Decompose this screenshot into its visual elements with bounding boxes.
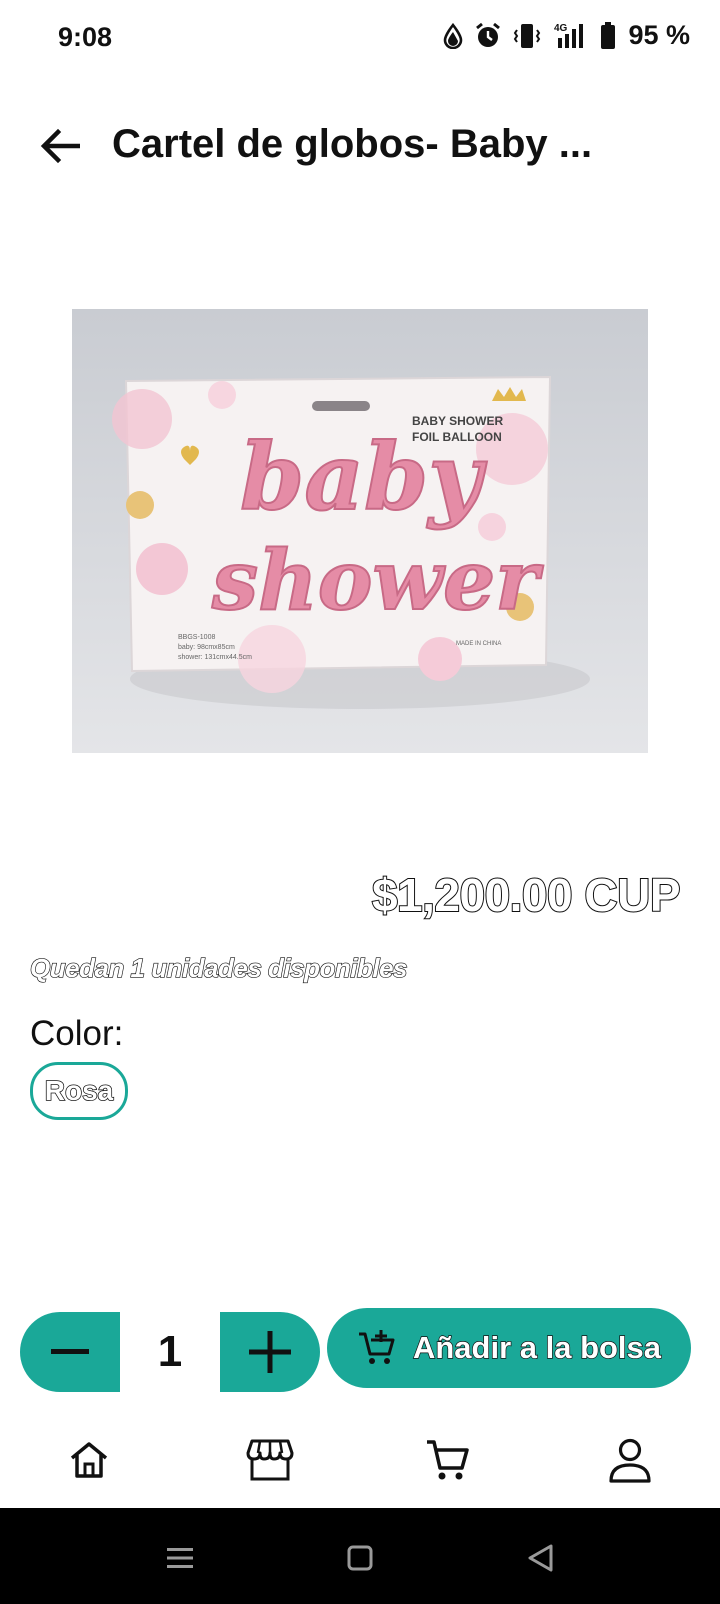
bottom-navigation [0,1412,720,1508]
product-price: $1,200.00 CUP [371,868,682,922]
system-navigation-bar [0,1508,720,1604]
stock-text: Quedan 1 unidades disponibles [29,952,408,983]
color-option-rosa[interactable]: Rosa [30,1062,128,1120]
signal-icon: 4G [552,22,590,50]
package-made-in: MADE IN CHINA [456,641,501,647]
plus-icon [249,1331,291,1373]
person-icon [609,1438,651,1483]
alarm-icon [474,22,502,50]
menu-icon [167,1548,193,1568]
home-icon [70,1442,108,1478]
recents-button[interactable] [158,1536,202,1580]
quantity-value: 1 [157,1327,183,1376]
battery-icon [600,21,616,50]
square-icon [347,1545,373,1571]
vibrate-icon [512,22,542,50]
store-icon [246,1439,294,1481]
svg-text:4G: 4G [554,23,568,34]
battery-percent: 95 % [628,20,690,50]
triangle-back-icon [528,1544,553,1572]
minus-icon [51,1349,89,1354]
data-saver-icon [442,22,464,49]
nav-store[interactable] [240,1430,300,1490]
back-button[interactable] [34,120,86,172]
increase-quantity-button[interactable] [220,1312,320,1392]
nav-home[interactable] [59,1430,119,1490]
color-label: Color: [30,1014,124,1053]
status-icons: 4G 95 % [442,20,690,51]
add-to-cart-icon [358,1330,395,1364]
decrease-quantity-button[interactable] [20,1312,120,1392]
nav-profile[interactable] [600,1430,660,1490]
add-to-bag-button[interactable]: Añadir a la bolsa [327,1308,691,1388]
cart-icon [427,1440,469,1480]
home-system-button[interactable] [338,1536,382,1580]
balloon-word-2: shower [211,533,544,629]
arrow-left-icon [40,128,80,164]
back-system-button[interactable] [518,1536,562,1580]
quantity-stepper: 1 [20,1312,320,1392]
add-to-bag-label: Añadir a la bolsa [412,1329,662,1365]
status-bar: 9:08 4G 95 % [0,0,720,80]
package-sku: BBGS-1008 [178,634,215,641]
package-size-1: baby: 98cmx85cm [178,644,235,651]
page-title: Cartel de globos- Baby ... [112,122,593,166]
balloon-word-1: baby [240,423,487,531]
package-size-2: shower: 131cmx44.5cm [178,654,252,661]
nav-cart[interactable] [418,1430,478,1490]
product-image: BABY SHOWER FOIL BALLOON baby shower BBG… [72,309,648,753]
color-option-label: Rosa [44,1074,114,1107]
status-time: 9:08 [58,22,113,52]
app-bar: Cartel de globos- Baby ... [0,100,720,190]
